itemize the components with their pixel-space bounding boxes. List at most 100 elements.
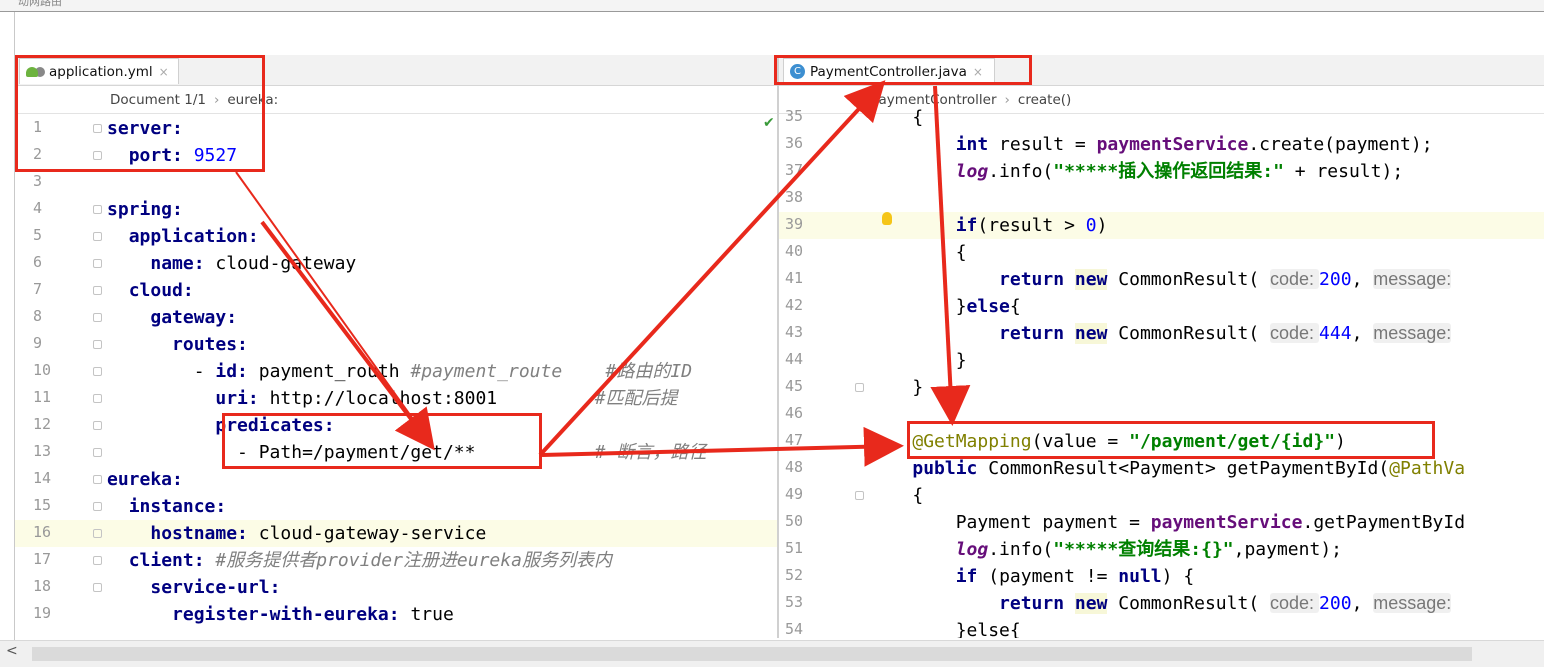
close-icon[interactable]: × bbox=[159, 65, 169, 79]
fold-marker-icon[interactable] bbox=[93, 529, 102, 538]
code-line[interactable]: 12 predicates: bbox=[15, 412, 777, 439]
code-line[interactable]: 45 } bbox=[779, 374, 1544, 401]
code-token: cloud-gateway bbox=[204, 253, 357, 274]
code-line[interactable]: 53 return new CommonResult( code: 200, m… bbox=[779, 590, 1544, 617]
fold-marker-icon[interactable] bbox=[93, 151, 102, 160]
tab-application-yml[interactable]: application.yml × bbox=[19, 58, 179, 84]
code-line[interactable]: 8 gateway: bbox=[15, 304, 777, 331]
code-token: } bbox=[869, 377, 924, 398]
code-line[interactable]: 14 eureka: bbox=[15, 466, 777, 493]
fold-marker-icon[interactable] bbox=[93, 340, 102, 349]
code-area[interactable]: 1 server: 2 port: 9527 3 4 spring: 5 applicati… bbox=[15, 114, 777, 638]
lightbulb-icon[interactable] bbox=[882, 212, 892, 225]
code-area[interactable]: 35 {36 int result = paymentService.creat… bbox=[779, 107, 1544, 638]
breadcrumb-item[interactable]: eureka: bbox=[227, 92, 278, 108]
code-line[interactable]: 17 client: #服务提供者provider注册进eureka服务列表内 bbox=[15, 547, 777, 574]
scrollbar-thumb[interactable] bbox=[32, 647, 1472, 661]
code-line[interactable]: 11 uri: http://localhost:8001 #匹配后提 bbox=[15, 385, 777, 412]
code-line[interactable]: 10 - id: payment_routh #payment_route #路… bbox=[15, 358, 777, 385]
scroll-left-arrow-icon[interactable]: < bbox=[6, 643, 18, 659]
fold-marker-icon[interactable] bbox=[93, 583, 102, 592]
code-line[interactable]: 37 log.info("*****插入操作返回结果:" + result); bbox=[779, 158, 1544, 185]
code-token: client: bbox=[128, 550, 205, 571]
code-token: application: bbox=[128, 226, 259, 247]
code-token: message: bbox=[1373, 323, 1452, 343]
code-token: CommonResult<Payment> getPaymentById( bbox=[977, 458, 1390, 479]
code-line[interactable]: 40 { bbox=[779, 239, 1544, 266]
code-line[interactable]: 15 instance: bbox=[15, 493, 777, 520]
fold-marker-icon[interactable] bbox=[855, 491, 864, 500]
breadcrumb-item[interactable]: Document 1/1 bbox=[110, 92, 206, 108]
fold-marker-icon[interactable] bbox=[93, 448, 102, 457]
fold-marker-icon[interactable] bbox=[93, 124, 102, 133]
code-line[interactable]: 54 }else{ bbox=[779, 617, 1544, 638]
spring-config-icon bbox=[26, 66, 38, 77]
fold-marker-icon[interactable] bbox=[93, 232, 102, 241]
fold-marker-icon[interactable] bbox=[93, 367, 102, 376]
code-token: "*****查询结果:{}" bbox=[1053, 539, 1234, 560]
fold-marker-icon[interactable] bbox=[93, 502, 102, 511]
code-token: code: bbox=[1270, 323, 1320, 343]
fold-marker-icon[interactable] bbox=[93, 394, 102, 403]
code-line[interactable]: 44 } bbox=[779, 347, 1544, 374]
yaml-editor[interactable]: application.yml × Document 1/1 › eureka:… bbox=[15, 55, 777, 638]
fold-marker-icon[interactable] bbox=[93, 205, 102, 214]
code-line[interactable]: 3 bbox=[15, 169, 777, 196]
code-line[interactable]: 42 }else{ bbox=[779, 293, 1544, 320]
code-line[interactable]: 19 register-with-eureka: true bbox=[15, 601, 777, 628]
code-line[interactable]: 39 if(result > 0) bbox=[779, 212, 1544, 239]
code-line[interactable]: 2 port: 9527 bbox=[15, 142, 777, 169]
code-line[interactable]: 48 public CommonResult<Payment> getPayme… bbox=[779, 455, 1544, 482]
fold-marker-icon[interactable] bbox=[855, 383, 864, 392]
code-line[interactable]: 43 return new CommonResult( code: 444, m… bbox=[779, 320, 1544, 347]
code-token: } bbox=[869, 350, 967, 371]
code-line[interactable]: 13 - Path=/payment/get/** # 断言，路径 bbox=[15, 439, 777, 466]
code-line[interactable]: 16 hostname: cloud-gateway-service bbox=[15, 520, 777, 547]
code-line[interactable]: 4 spring: bbox=[15, 196, 777, 223]
code-line[interactable]: 5 application: bbox=[15, 223, 777, 250]
code-line[interactable]: 51 log.info("*****查询结果:{}",payment); bbox=[779, 536, 1544, 563]
code-line[interactable]: 1 server: bbox=[15, 115, 777, 142]
code-line[interactable]: 50 Payment payment = paymentService.getP… bbox=[779, 509, 1544, 536]
tab-payment-controller[interactable]: C PaymentController.java × bbox=[783, 58, 995, 84]
code-line[interactable]: 36 int result = paymentService.create(pa… bbox=[779, 131, 1544, 158]
code-text: int result = paymentService.create(payme… bbox=[869, 134, 1433, 155]
code-line[interactable]: 9 routes: bbox=[15, 331, 777, 358]
fold-marker-icon[interactable] bbox=[93, 286, 102, 295]
code-token: , bbox=[1351, 269, 1374, 290]
code-token: { bbox=[869, 242, 967, 263]
code-line[interactable]: 35 { bbox=[779, 104, 1544, 131]
code-token: spring: bbox=[107, 199, 183, 220]
code-line[interactable]: 46 bbox=[779, 401, 1544, 428]
code-line[interactable]: 6 name: cloud-gateway bbox=[15, 250, 777, 277]
code-line[interactable]: 47 @GetMapping(value = "/payment/get/{id… bbox=[779, 428, 1544, 455]
code-line[interactable]: 38 bbox=[779, 185, 1544, 212]
fold-marker-icon[interactable] bbox=[93, 313, 102, 322]
line-number: 44 bbox=[785, 350, 804, 368]
horizontal-scrollbar[interactable]: < bbox=[0, 640, 1544, 667]
fold-marker-icon[interactable] bbox=[93, 475, 102, 484]
line-number: 36 bbox=[785, 134, 804, 152]
code-line[interactable]: 7 cloud: bbox=[15, 277, 777, 304]
code-token: cloud: bbox=[128, 280, 194, 301]
code-text: log.info("*****查询结果:{}",payment); bbox=[869, 539, 1342, 560]
code-line[interactable]: 18 service-url: bbox=[15, 574, 777, 601]
code-line[interactable]: 52 if (payment != null) { bbox=[779, 563, 1544, 590]
line-number: 41 bbox=[785, 269, 804, 287]
code-line[interactable]: 49 { bbox=[779, 482, 1544, 509]
fold-marker-icon[interactable] bbox=[93, 259, 102, 268]
code-token: message: bbox=[1373, 269, 1452, 289]
fold-marker-icon[interactable] bbox=[93, 556, 102, 565]
java-editor[interactable]: C PaymentController.java × PaymentContro… bbox=[779, 55, 1544, 638]
editor-tab-bar: application.yml × bbox=[15, 55, 777, 86]
fold-marker-icon[interactable] bbox=[93, 421, 102, 430]
code-line[interactable]: 41 return new CommonResult( code: 200, m… bbox=[779, 266, 1544, 293]
code-token: code: bbox=[1270, 593, 1320, 613]
close-icon[interactable]: × bbox=[973, 65, 983, 79]
code-token: http://localhost:8001 bbox=[258, 388, 595, 409]
